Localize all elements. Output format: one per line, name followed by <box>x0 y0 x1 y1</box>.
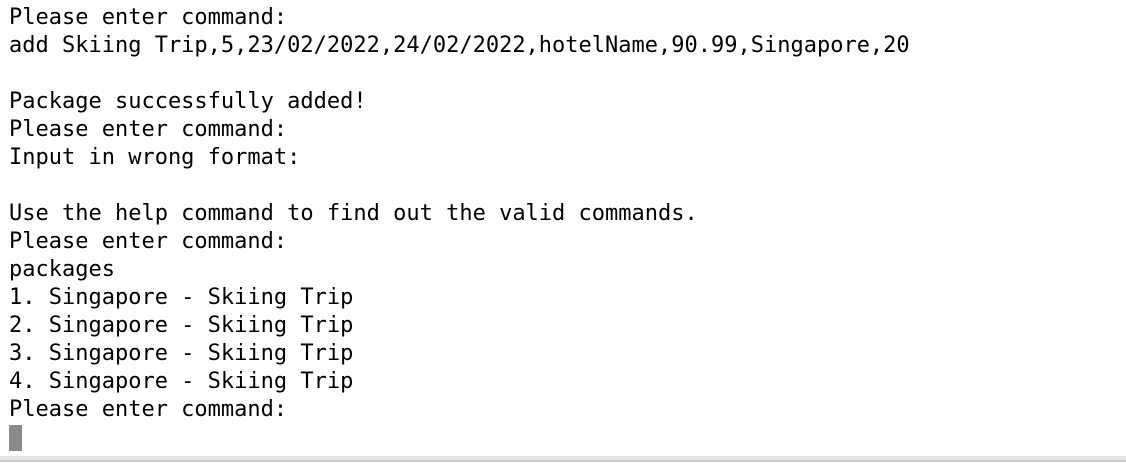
terminal-window[interactable]: Please enter command: add Skiing Trip,5,… <box>0 0 1126 462</box>
output-line: 4. Singapore - Skiing Trip <box>9 369 354 394</box>
output-line: Please enter command: <box>9 397 288 422</box>
output-line: packages <box>9 257 115 282</box>
output-line: 3. Singapore - Skiing Trip <box>9 341 354 366</box>
output-line: Please enter command: <box>9 117 288 142</box>
output-line: 2. Singapore - Skiing Trip <box>9 313 354 338</box>
output-line: Use the help command to find out the val… <box>9 201 698 226</box>
text-cursor <box>9 425 22 451</box>
output-line: 1. Singapore - Skiing Trip <box>9 285 354 310</box>
output-line: Input in wrong format: <box>9 145 301 170</box>
command-input-line[interactable] <box>9 424 1126 452</box>
output-line: Please enter command: <box>9 229 288 254</box>
output-line: Package successfully added! <box>9 89 367 114</box>
output-line: Please enter command: <box>9 5 288 30</box>
terminal-output: Please enter command: add Skiing Trip,5,… <box>9 4 1126 452</box>
window-bottom-border <box>0 456 1126 460</box>
output-line: add Skiing Trip,5,23/02/2022,24/02/2022,… <box>9 33 910 58</box>
